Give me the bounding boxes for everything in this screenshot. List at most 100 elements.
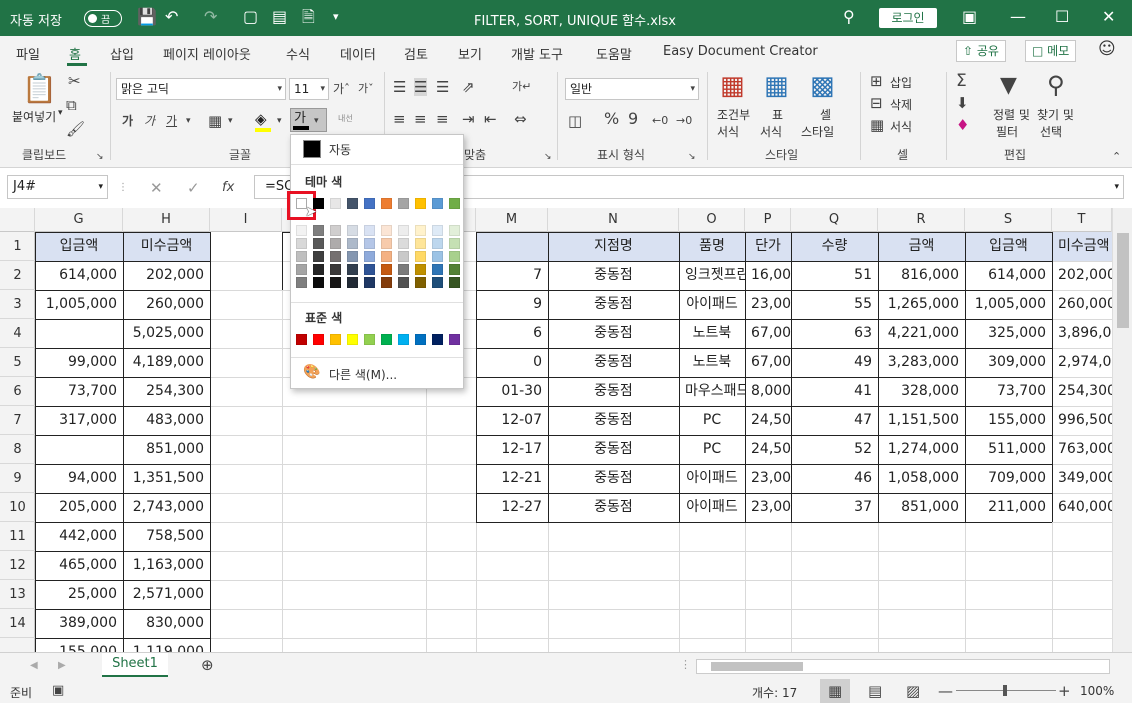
table-cell[interactable]: 709,000 (965, 464, 1052, 493)
table-cell[interactable]: 1,274,000 (878, 435, 965, 464)
table-cell[interactable]: 잉크젯프린터 (679, 261, 745, 290)
table-cell[interactable]: 중동점 (548, 348, 679, 377)
col-header-m[interactable]: M (476, 208, 548, 232)
theme-shade-swatch[interactable] (330, 264, 341, 275)
theme-shade-swatch[interactable] (432, 277, 443, 288)
row-header[interactable]: 11 (0, 522, 35, 551)
theme-shade-swatch[interactable] (347, 251, 358, 262)
col-header-h[interactable]: H (123, 208, 210, 232)
table-cell[interactable]: 851,000 (123, 435, 210, 464)
table-cell[interactable]: PC (679, 435, 745, 464)
table-cell[interactable]: 483,000 (123, 406, 210, 435)
table-cell[interactable]: 5,025,000 (123, 319, 210, 348)
prev-sheet-icon[interactable]: ◀ (30, 657, 38, 675)
standard-color-swatch[interactable] (415, 334, 426, 345)
name-box[interactable]: J4# ▾ (7, 175, 108, 199)
tab-insert[interactable]: 삽입 (110, 44, 134, 63)
ribbon-display-icon[interactable]: ▣ (962, 8, 977, 26)
theme-shade-swatch[interactable] (313, 225, 324, 236)
table-cell[interactable]: 640,000 (1052, 493, 1112, 522)
table-cell[interactable]: 중동점 (548, 493, 679, 522)
paste-icon[interactable]: 📋 (22, 74, 57, 104)
vertical-scrollbar[interactable] (1112, 208, 1132, 652)
theme-shade-swatch[interactable] (330, 225, 341, 236)
undo-icon[interactable]: ↶ (165, 8, 178, 26)
align-middle-icon[interactable]: ☰ (414, 78, 428, 96)
align-bottom-icon[interactable]: ☰ (436, 78, 449, 96)
table-cell[interactable]: 55 (791, 290, 878, 319)
standard-color-swatch[interactable] (432, 334, 443, 345)
table-cell[interactable]: 254,300 (123, 377, 210, 406)
table-cell[interactable]: 155,000 (965, 406, 1052, 435)
format-cells-label[interactable]: 서식 (890, 118, 912, 135)
cell-styles-label-2[interactable]: 스타일 (801, 123, 834, 140)
save-icon[interactable]: 💾 (137, 8, 157, 26)
row-header[interactable]: 1 (0, 232, 35, 261)
table-cell[interactable]: 52 (791, 435, 878, 464)
underline-icon[interactable]: 가 (166, 112, 177, 130)
qat-icon-1[interactable]: ▢ (243, 8, 258, 26)
find-select-label-2[interactable]: 선택 (1040, 123, 1062, 140)
table-cell[interactable]: 73,700 (965, 377, 1052, 406)
select-all-corner[interactable] (0, 208, 35, 232)
table-cell[interactable]: 23,000 (745, 493, 791, 522)
theme-shade-swatch[interactable] (313, 238, 324, 249)
row-header[interactable]: 5 (0, 348, 35, 377)
zoom-slider-thumb[interactable] (1003, 685, 1007, 696)
table-cell[interactable]: 3,283,000 (878, 348, 965, 377)
number-format-combo[interactable]: 일반 ▾ (565, 78, 699, 100)
table-cell[interactable]: 211,000 (965, 493, 1052, 522)
more-colors-item[interactable]: 다른 색(M)... (329, 366, 397, 383)
theme-color-swatch[interactable] (398, 198, 409, 209)
theme-shade-swatch[interactable] (398, 277, 409, 288)
insert-cells-label[interactable]: 삽입 (890, 74, 912, 91)
table-cell[interactable]: 67,000 (745, 319, 791, 348)
table-cell[interactable]: 442,000 (35, 522, 123, 551)
theme-color-swatch[interactable] (313, 198, 324, 209)
theme-shade-swatch[interactable] (347, 264, 358, 275)
login-button[interactable]: 로그인 (879, 8, 937, 28)
format-cells-icon[interactable]: ▦ (870, 116, 884, 134)
table-cell[interactable]: 73,700 (35, 377, 123, 406)
table-cell[interactable]: 614,000 (965, 261, 1052, 290)
row-header[interactable]: 9 (0, 464, 35, 493)
standard-color-swatch[interactable] (296, 334, 307, 345)
decrease-decimal-icon[interactable]: →0 (676, 112, 692, 130)
table-cell[interactable]: 6 (476, 319, 548, 348)
theme-shade-swatch[interactable] (432, 238, 443, 249)
number-launcher-icon[interactable]: ↘ (688, 148, 696, 166)
table-cell[interactable]: 205,000 (35, 493, 123, 522)
table-cell[interactable]: 63 (791, 319, 878, 348)
theme-shade-swatch[interactable] (449, 277, 460, 288)
table-cell[interactable]: 49 (791, 348, 878, 377)
font-name-combo[interactable]: 맑은 고딕 ▾ (116, 78, 286, 100)
col-header-i[interactable]: I (210, 208, 282, 232)
table-cell[interactable]: 아이패드 (679, 290, 745, 319)
table-header-cell[interactable]: 입금액 (35, 232, 123, 261)
close-icon[interactable]: ✕ (1102, 8, 1115, 26)
row-header[interactable]: 14 (0, 609, 35, 638)
table-cell[interactable]: 1,265,000 (878, 290, 965, 319)
theme-shade-swatch[interactable] (347, 225, 358, 236)
theme-shade-swatch[interactable] (313, 251, 324, 262)
theme-shade-swatch[interactable] (364, 225, 375, 236)
theme-shade-swatch[interactable] (313, 264, 324, 275)
table-cell[interactable]: 24,500 (745, 435, 791, 464)
format-painter-icon[interactable]: 🖌 (66, 120, 85, 138)
theme-color-swatch[interactable] (347, 198, 358, 209)
theme-shade-swatch[interactable] (449, 251, 460, 262)
theme-shade-swatch[interactable] (449, 264, 460, 275)
align-left-icon[interactable]: ≡ (393, 110, 406, 128)
standard-color-swatch[interactable] (364, 334, 375, 345)
theme-shade-swatch[interactable] (449, 238, 460, 249)
table-cell[interactable]: 0 (476, 348, 548, 377)
table-cell[interactable]: 1,119,000 (123, 638, 210, 652)
enter-icon[interactable]: ✓ (187, 179, 200, 197)
table-cell[interactable]: 중동점 (548, 406, 679, 435)
accounting-format-icon[interactable]: ◫ (568, 112, 582, 130)
table-cell[interactable]: 465,000 (35, 551, 123, 580)
table-cell[interactable]: 4,189,000 (123, 348, 210, 377)
theme-shade-swatch[interactable] (398, 238, 409, 249)
align-center-icon[interactable]: ≡ (414, 110, 427, 128)
bold-icon[interactable]: 가 (122, 112, 133, 130)
